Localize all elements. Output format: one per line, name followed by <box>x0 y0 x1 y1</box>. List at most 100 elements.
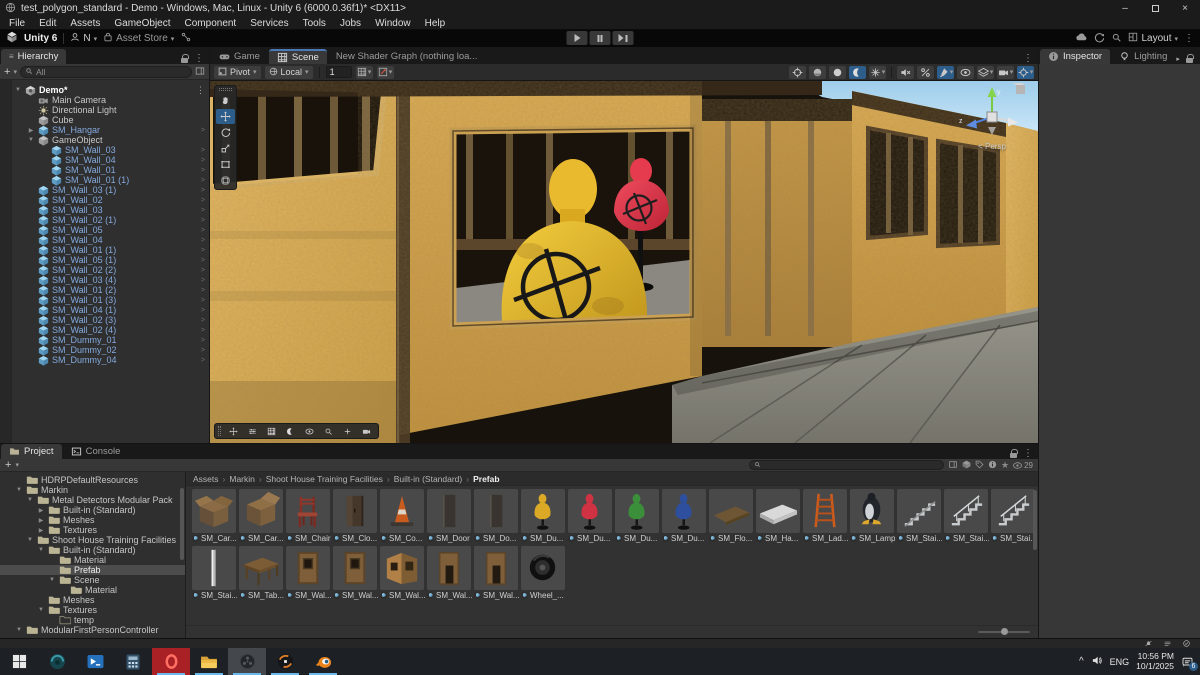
project-tree-row[interactable]: Material <box>0 585 185 595</box>
tab-new-shader-graph-nothing-loa[interactable]: New Shader Graph (nothing loa... <box>328 49 486 64</box>
project-search-input[interactable] <box>749 460 945 470</box>
overlay-move[interactable] <box>224 425 242 438</box>
hierarchy-row[interactable]: SM_Wall_04 > <box>0 155 209 166</box>
camera-settings-menu[interactable]: ▾ <box>997 65 1014 79</box>
taskbar-app-unity-hub[interactable] <box>228 648 266 675</box>
taskbar-app-blender[interactable] <box>304 648 342 675</box>
pivot-dropdown[interactable]: Pivot ▾ <box>214 65 261 79</box>
package-icon[interactable] <box>962 460 971 471</box>
favorites-icon[interactable]: ★ <box>1001 460 1009 471</box>
project-tree-row[interactable]: Meshes <box>0 595 185 605</box>
hierarchy-row[interactable]: SM_Wall_04 (1) > <box>0 305 209 316</box>
asset-tile[interactable]: SM_Du... <box>662 489 707 543</box>
open-in-panel-icon[interactable] <box>948 460 958 471</box>
effects-toggle[interactable]: ▾ <box>869 65 886 79</box>
prefab-open-arrow[interactable]: > <box>201 267 207 274</box>
more-tabs-icon[interactable]: ▸ <box>1176 55 1180 63</box>
lock-icon[interactable] <box>1185 53 1194 63</box>
menu-edit[interactable]: Edit <box>32 18 63 29</box>
breadcrumb-item[interactable]: Shoot House Training Facilities <box>266 474 383 484</box>
prefab-open-arrow[interactable]: > <box>201 287 207 294</box>
prefab-open-arrow[interactable]: > <box>201 317 207 324</box>
project-tree-row[interactable]: ▼ ModularFirstPersonController <box>0 625 185 635</box>
asset-tile[interactable]: SM_Door <box>427 489 472 543</box>
tab-hierarchy[interactable]: ≡ Hierarchy <box>1 49 67 64</box>
taskbar-app-unity-editor[interactable] <box>266 648 304 675</box>
scene-visibility-toggle[interactable] <box>957 65 974 79</box>
hierarchy-row[interactable]: Main Camera <box>0 95 209 105</box>
prefab-open-arrow[interactable]: > <box>201 307 207 314</box>
project-tree-row[interactable]: ▼ Metal Detectors Modular Pack <box>0 495 185 505</box>
prefab-open-arrow[interactable]: > <box>201 247 207 254</box>
rect-tool[interactable] <box>216 157 235 172</box>
expander-icon[interactable]: ▶ <box>37 527 45 534</box>
asset-tile[interactable]: SM_Du... <box>568 489 613 543</box>
kebab-menu-icon[interactable]: ⋮ <box>1023 53 1033 64</box>
audio-toggle[interactable] <box>897 65 914 79</box>
breadcrumb-item[interactable]: Built-in (Standard) <box>394 474 463 484</box>
expander-icon[interactable]: ▶ <box>37 517 45 524</box>
search-icon[interactable] <box>1111 32 1122 46</box>
version-control-icon[interactable] <box>180 32 192 45</box>
transform-tool[interactable] <box>216 173 235 188</box>
tab-inspector[interactable]: Inspector <box>1040 49 1111 64</box>
lock-icon[interactable] <box>1010 448 1018 458</box>
prefab-open-arrow[interactable]: > <box>201 177 207 184</box>
hierarchy-row[interactable]: SM_Wall_02 > <box>0 195 209 206</box>
hierarchy-row[interactable]: SM_Dummy_02 > <box>0 345 209 356</box>
minimize-button[interactable]: – <box>1110 0 1140 17</box>
hierarchy-row[interactable]: SM_Wall_03 (1) > <box>0 185 209 196</box>
slider-knob[interactable] <box>1001 628 1009 635</box>
hierarchy-row[interactable]: SM_Wall_04 > <box>0 235 209 246</box>
scrollbar[interactable] <box>180 488 184 560</box>
prefab-open-arrow[interactable]: > <box>201 327 207 334</box>
play-button[interactable] <box>566 31 588 45</box>
asset-tile[interactable]: SM_Chair <box>286 489 331 543</box>
prefab-open-arrow[interactable]: > <box>201 197 207 204</box>
project-tree-row[interactable]: ▼ Built-in (Standard) <box>0 545 185 555</box>
prefab-open-arrow[interactable]: > <box>201 157 207 164</box>
local-dropdown[interactable]: Local ▾ <box>264 65 313 79</box>
asset-store-button[interactable]: Asset Store ▾ <box>103 32 174 45</box>
drag-handle[interactable] <box>218 426 221 436</box>
taskbar-app-round-app[interactable] <box>38 648 76 675</box>
hierarchy-row[interactable]: SM_Wall_03 (4) > <box>0 275 209 286</box>
prefab-open-arrow[interactable]: > <box>201 187 207 194</box>
hierarchy-search-input[interactable]: All <box>19 65 192 78</box>
project-tree-row[interactable]: ▼ Scene <box>0 575 185 585</box>
menu-services[interactable]: Services <box>243 18 295 29</box>
prefab-open-arrow[interactable]: > <box>201 297 207 304</box>
scene-orientation-gizmo[interactable]: y z < Persp <box>956 83 1028 151</box>
asset-tile[interactable]: SM_Flo... <box>709 489 754 543</box>
overlay-zoom[interactable] <box>319 425 337 438</box>
menu-window[interactable]: Window <box>368 18 418 29</box>
hierarchy-row[interactable]: SM_Wall_01 (1) > <box>0 245 209 256</box>
component-cull-toggle[interactable] <box>917 65 934 79</box>
step-button[interactable] <box>612 31 634 45</box>
asset-tile[interactable]: SM_Lamp <box>850 489 895 543</box>
taskbar-app-explorer[interactable] <box>190 648 228 675</box>
kebab-menu-icon[interactable]: ⋮ <box>1023 448 1033 459</box>
prefab-open-arrow[interactable]: > <box>201 337 207 344</box>
hierarchy-row[interactable]: SM_Wall_03 > <box>0 205 209 216</box>
chevron-down-icon[interactable]: ▾ <box>13 68 17 76</box>
project-tree-row[interactable]: ▼ Markin <box>0 485 185 495</box>
thumbnail-size-slider[interactable] <box>978 628 1030 635</box>
prefab-open-arrow[interactable]: > <box>201 227 207 234</box>
asset-tile[interactable]: SM_Du... <box>521 489 566 543</box>
expander-icon[interactable]: ▼ <box>37 547 45 553</box>
chevron-down-icon[interactable]: ▾ <box>15 461 19 469</box>
drag-handle[interactable] <box>219 88 232 91</box>
create-button[interactable]: + <box>4 66 10 77</box>
project-tree-row[interactable]: ▶ Textures <box>0 525 185 535</box>
overlay-properties[interactable] <box>243 425 261 438</box>
overlay-camera[interactable] <box>357 425 375 438</box>
account-button[interactable]: N ▾ <box>70 32 97 45</box>
asset-tile[interactable]: SM_Stai... <box>944 489 989 543</box>
project-tree-row[interactable]: ▶ Meshes <box>0 515 185 525</box>
project-tree-row[interactable]: Material <box>0 555 185 565</box>
hierarchy-row[interactable]: Directional Light <box>0 105 209 115</box>
kebab-menu-icon[interactable]: ⋮ <box>1184 33 1194 44</box>
hierarchy-row[interactable]: SM_Wall_01 > <box>0 165 209 176</box>
expander-icon[interactable]: ▼ <box>37 607 45 613</box>
